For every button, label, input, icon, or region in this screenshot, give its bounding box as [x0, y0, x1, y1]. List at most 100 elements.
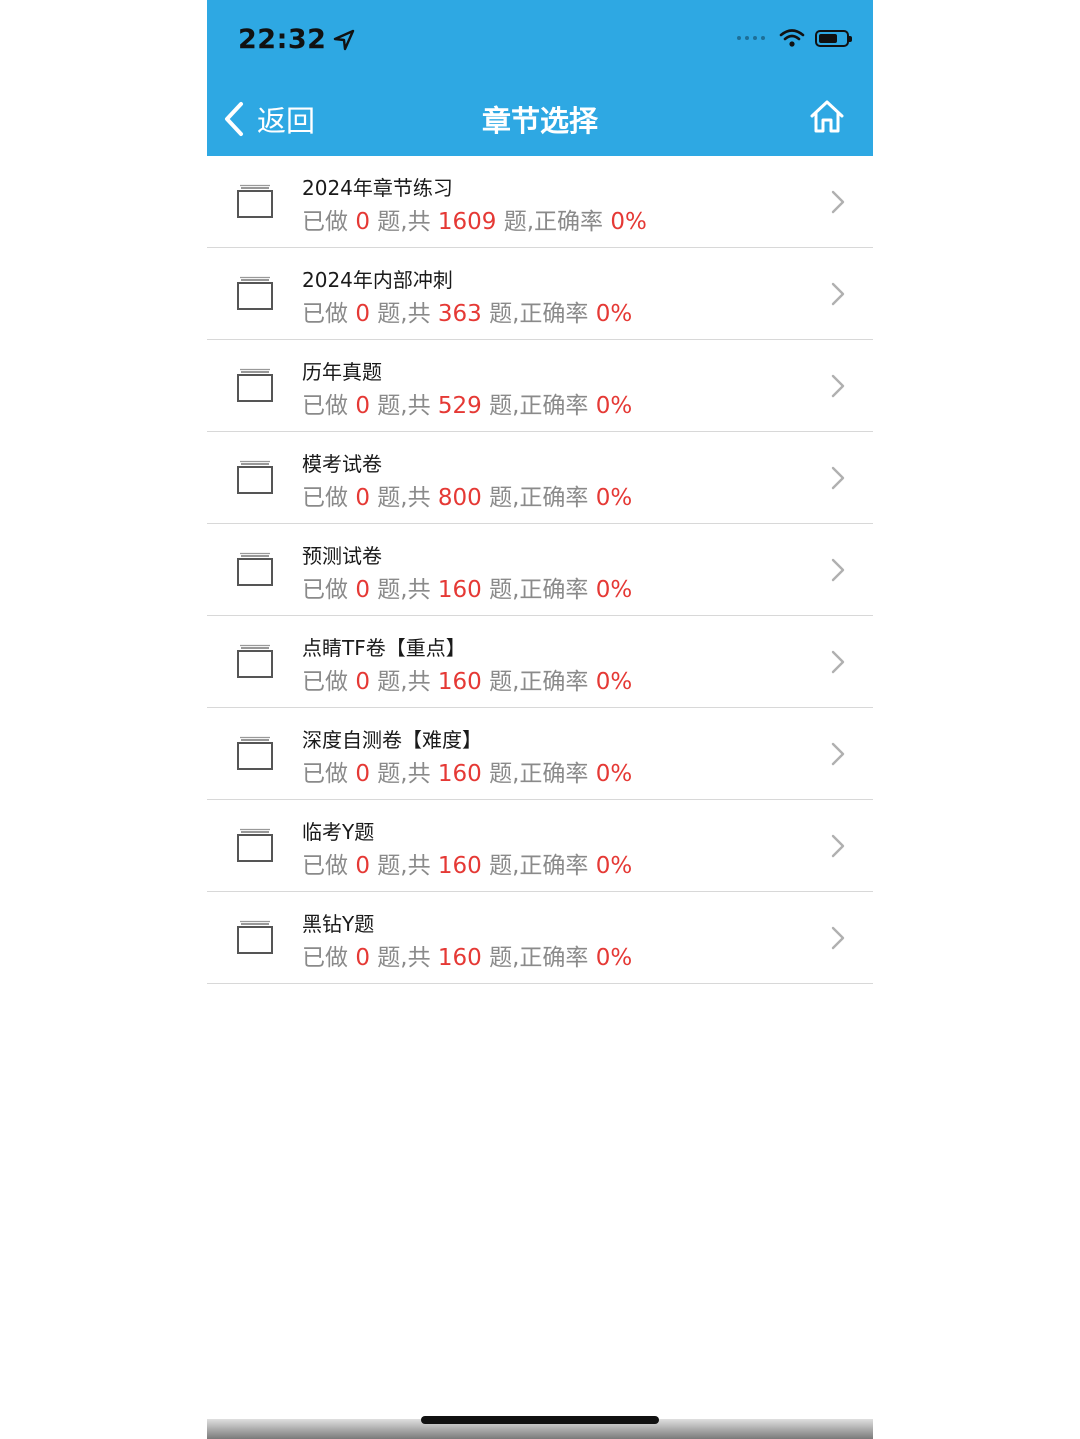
done-count: 0 — [355, 669, 370, 695]
chevron-right-icon — [831, 650, 845, 674]
done-count: 0 — [355, 209, 370, 235]
chapter-row[interactable]: 黑钻Y题 已做 0 题,共 160 题,正确率 0% — [207, 892, 873, 984]
chapter-progress: 已做 0 题,共 160 题,正确率 0% — [302, 570, 632, 604]
done-suffix: 题,共 — [369, 945, 438, 971]
chapter-row[interactable]: 历年真题 已做 0 题,共 529 题,正确率 0% — [207, 340, 873, 432]
chapter-row[interactable]: 点睛TF卷【重点】 已做 0 题,共 160 题,正确率 0% — [207, 616, 873, 708]
chapter-title: 临考Y题 — [302, 820, 375, 844]
phone-screen: 22:32 返回 章节选择 2024年章节练习 已做 0 题,共 1609 题,… — [207, 0, 873, 1439]
chapter-title: 深度自测卷【难度】 — [302, 728, 482, 752]
done-prefix: 已做 — [302, 669, 356, 695]
total-count: 160 — [437, 945, 482, 971]
folder-icon — [237, 552, 273, 586]
done-suffix: 题,共 — [369, 209, 438, 235]
chevron-right-icon — [831, 742, 845, 766]
total-suffix: 题,正确率 — [481, 393, 596, 419]
total-count: 160 — [437, 761, 482, 787]
chapter-progress: 已做 0 题,共 800 题,正确率 0% — [302, 478, 632, 512]
chevron-right-icon — [831, 466, 845, 490]
signal-dots-icon — [737, 36, 765, 40]
folder-icon — [237, 368, 273, 402]
chapter-progress: 已做 0 题,共 529 题,正确率 0% — [302, 386, 632, 420]
chapter-list: 2024年章节练习 已做 0 题,共 1609 题,正确率 0% 2024年内部冲刺… — [207, 156, 873, 984]
chapter-progress: 已做 0 题,共 1609 题,正确率 0% — [302, 202, 647, 236]
folder-icon — [237, 460, 273, 494]
done-count: 0 — [355, 853, 370, 879]
total-count: 529 — [437, 393, 482, 419]
folder-icon — [237, 920, 273, 954]
chevron-right-icon — [831, 926, 845, 950]
chapter-row[interactable]: 2024年内部冲刺 已做 0 题,共 363 题,正确率 0% — [207, 248, 873, 340]
chapter-title: 2024年内部冲刺 — [302, 268, 453, 292]
chapter-title: 点睛TF卷【重点】 — [302, 636, 466, 660]
total-suffix: 题,正确率 — [481, 669, 596, 695]
done-count: 0 — [355, 301, 370, 327]
home-icon — [810, 100, 844, 133]
accuracy-value: 0% — [595, 485, 633, 511]
wifi-icon — [779, 29, 805, 47]
total-count: 160 — [437, 853, 482, 879]
done-prefix: 已做 — [302, 853, 356, 879]
accuracy-value: 0% — [595, 761, 633, 787]
folder-icon — [237, 828, 273, 862]
chevron-right-icon — [831, 834, 845, 858]
total-count: 800 — [437, 485, 482, 511]
total-suffix: 题,正确率 — [481, 945, 596, 971]
done-suffix: 题,共 — [369, 669, 438, 695]
folder-icon — [237, 276, 273, 310]
location-arrow-icon — [334, 29, 355, 50]
done-count: 0 — [355, 393, 370, 419]
status-time: 22:32 — [238, 24, 356, 55]
chapter-progress: 已做 0 题,共 160 题,正确率 0% — [302, 938, 632, 972]
chapter-title: 2024年章节练习 — [302, 176, 453, 200]
chevron-right-icon — [831, 282, 845, 306]
accuracy-value: 0% — [595, 853, 633, 879]
done-suffix: 题,共 — [369, 761, 438, 787]
chapter-title: 预测试卷 — [302, 544, 382, 568]
folder-icon — [237, 736, 273, 770]
chapter-title: 黑钻Y题 — [302, 912, 375, 936]
total-count: 1609 — [437, 209, 497, 235]
chapter-row[interactable]: 深度自测卷【难度】 已做 0 题,共 160 题,正确率 0% — [207, 708, 873, 800]
status-time-text: 22:32 — [238, 24, 327, 55]
total-suffix: 题,正确率 — [481, 485, 596, 511]
folder-icon — [237, 184, 273, 218]
status-icons — [737, 28, 852, 48]
chapter-row[interactable]: 临考Y题已做 0 题,共 160 题,正确率 0% — [207, 800, 873, 892]
home-button[interactable] — [809, 98, 845, 138]
total-suffix: 题,正确率 — [496, 209, 611, 235]
chapter-progress: 已做 0 题,共 160 题,正确率 0% — [302, 754, 632, 788]
page-title: 章节选择 — [481, 104, 598, 138]
chapter-row[interactable]: 模考试卷 已做 0 题,共 800 题,正确率 0% — [207, 432, 873, 524]
done-prefix: 已做 — [302, 577, 356, 603]
done-count: 0 — [355, 485, 370, 511]
done-suffix: 题,共 — [369, 301, 438, 327]
done-prefix: 已做 — [302, 209, 356, 235]
folder-icon — [237, 644, 273, 678]
done-count: 0 — [355, 761, 370, 787]
chapter-progress: 已做 0 题,共 363 题,正确率 0% — [302, 294, 632, 328]
accuracy-value: 0% — [595, 301, 633, 327]
total-suffix: 题,正确率 — [481, 853, 596, 879]
done-prefix: 已做 — [302, 301, 356, 327]
done-suffix: 题,共 — [369, 853, 438, 879]
done-count: 0 — [355, 945, 370, 971]
accuracy-value: 0% — [595, 577, 633, 603]
chapter-row[interactable]: 2024年章节练习 已做 0 题,共 1609 题,正确率 0% — [207, 156, 873, 248]
home-indicator[interactable] — [421, 1416, 659, 1424]
accuracy-value: 0% — [595, 393, 633, 419]
done-count: 0 — [355, 577, 370, 603]
accuracy-value: 0% — [595, 945, 633, 971]
done-suffix: 题,共 — [369, 577, 438, 603]
accuracy-value: 0% — [610, 209, 647, 235]
navigation-bar: 22:32 返回 章节选择 — [207, 0, 873, 156]
total-count: 160 — [437, 669, 482, 695]
total-count: 160 — [437, 577, 482, 603]
total-suffix: 题,正确率 — [481, 301, 596, 327]
done-prefix: 已做 — [302, 485, 356, 511]
battery-icon — [815, 29, 852, 47]
done-prefix: 已做 — [302, 393, 356, 419]
done-prefix: 已做 — [302, 945, 356, 971]
total-count: 363 — [437, 301, 482, 327]
chapter-row[interactable]: 预测试卷 已做 0 题,共 160 题,正确率 0% — [207, 524, 873, 616]
